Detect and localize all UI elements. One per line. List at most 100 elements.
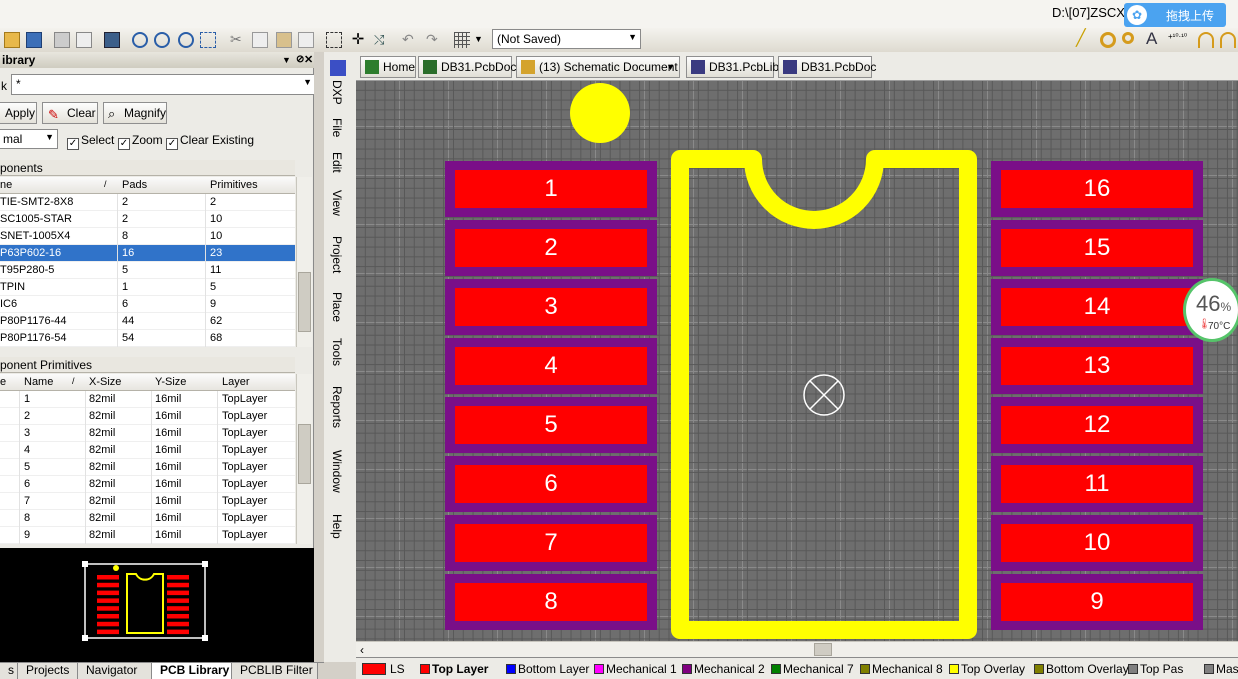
doc-tab-4[interactable]: DB31.PcbDoc — [778, 56, 876, 78]
table-row[interactable]: P63P602-16 16 23 — [0, 245, 295, 262]
table-row[interactable]: 5 82mil 16mil TopLayer — [0, 459, 295, 476]
move-icon[interactable]: ✛ — [350, 32, 366, 48]
coordinate-icon[interactable]: +¹⁰·¹⁰ — [1168, 32, 1187, 48]
scrollbar-thumb[interactable] — [298, 424, 311, 484]
table-row[interactable]: 1 82mil 16mil TopLayer — [0, 391, 295, 408]
chevron-down-icon[interactable]: ▼ — [666, 57, 675, 77]
menu-project[interactable]: Project — [330, 236, 344, 273]
pcb-canvas[interactable]: 9 10 11 12 13 14 15 16 8 7 6 5 4 3 2 1 — [356, 81, 1238, 641]
scroll-left-icon[interactable]: ‹ — [360, 643, 364, 657]
close-icon[interactable]: ✕ — [304, 52, 313, 68]
col-name[interactable]: ne — [0, 179, 12, 191]
table-row[interactable]: SNET-1005X4 8 10 — [0, 228, 295, 245]
doc-tab-2[interactable]: (13) Schematic Document ▼ — [516, 56, 680, 78]
canvas-h-scrollbar[interactable]: ‹ — [356, 641, 1238, 657]
tab-pcblib-filter[interactable]: PCBLIB Filter — [232, 663, 318, 679]
magnify-button[interactable]: ⌕ Magnify — [103, 102, 167, 124]
print-icon[interactable] — [54, 32, 70, 48]
undo-icon[interactable]: ↶ — [402, 32, 418, 48]
menu-tools[interactable]: Tools — [330, 338, 344, 366]
col-pads[interactable]: Pads — [122, 179, 147, 191]
table-row[interactable]: TIE-SMT2-8X8 2 2 — [0, 194, 295, 211]
layer-tab-bottom-overlay[interactable]: Bottom Overlay — [1032, 661, 1129, 679]
col-type[interactable]: e — [0, 376, 6, 388]
print-preview-icon[interactable] — [76, 32, 92, 48]
col-x-size[interactable]: X-Size — [89, 376, 121, 388]
table-row[interactable]: 9 82mil 16mil TopLayer — [0, 527, 295, 544]
cut-icon[interactable]: ✂ — [230, 32, 246, 48]
menu-help[interactable]: Help — [330, 514, 344, 539]
layers-icon[interactable] — [104, 32, 120, 48]
layer-tab-mechanical-8[interactable]: Mechanical 8 — [858, 661, 943, 679]
doc-tab-3[interactable]: DB31.PcbLib — [686, 56, 779, 78]
layer-tab-top-layer[interactable]: Top Layer — [418, 661, 498, 679]
table-row[interactable]: 7 82mil 16mil TopLayer — [0, 493, 295, 510]
tab-s[interactable]: s — [0, 663, 18, 679]
zoom-area-icon[interactable] — [200, 32, 216, 48]
menu-file[interactable]: File — [330, 118, 344, 137]
table-row[interactable]: P80P1176-44 44 62 — [0, 313, 295, 330]
menu-view[interactable]: View — [330, 190, 344, 216]
layer-tab-top-overlay[interactable]: Top Overlay — [947, 661, 1031, 679]
doc-tab-1[interactable]: DB31.PcbDoc — [418, 56, 516, 78]
tab-pcb-library[interactable]: PCB Library — [152, 663, 232, 679]
col-layer[interactable]: Layer — [222, 376, 250, 388]
scrollbar-thumb[interactable] — [298, 272, 311, 332]
menu-edit[interactable]: Edit — [330, 152, 344, 173]
table-row[interactable]: 6 82mil 16mil TopLayer — [0, 476, 295, 493]
layer-tab-top-pas[interactable]: Top Pas — [1126, 661, 1206, 679]
primitives-scrollbar[interactable] — [296, 374, 312, 544]
upload-badge[interactable]: ✿ 拖拽上传 — [1124, 3, 1226, 27]
splitter[interactable] — [314, 52, 324, 662]
table-row[interactable]: 4 82mil 16mil TopLayer — [0, 442, 295, 459]
table-row[interactable]: T95P280-5 5 11 — [0, 262, 295, 279]
components-scrollbar[interactable] — [296, 177, 312, 347]
clear-button[interactable]: ✎ Clear — [42, 102, 98, 124]
cpu-widget[interactable]: 46% 🌡 70°C — [1183, 278, 1238, 342]
table-row[interactable]: 2 82mil 16mil TopLayer — [0, 408, 295, 425]
via-icon[interactable] — [1122, 32, 1134, 44]
layer-tab-bottom-layer[interactable]: Bottom Layer — [504, 661, 590, 679]
deselect-icon[interactable]: ⤭ — [374, 32, 390, 48]
line-icon[interactable]: ╱ — [1076, 31, 1092, 48]
layer-tab-mask[interactable]: Mask — [1202, 661, 1238, 679]
open-icon[interactable] — [4, 32, 20, 48]
scrollbar-thumb[interactable] — [814, 643, 832, 656]
filter-combo[interactable]: * ▼ — [11, 74, 316, 95]
pad-place-icon[interactable] — [1100, 32, 1116, 48]
tab-projects[interactable]: Projects — [18, 663, 78, 679]
table-row[interactable]: SC1005-STAR 2 10 — [0, 211, 295, 228]
grid-icon[interactable] — [454, 32, 470, 48]
footprint-preview[interactable] — [0, 548, 314, 662]
paste-icon[interactable] — [276, 32, 292, 48]
doc-tab-0[interactable]: Home — [360, 56, 416, 78]
text-icon[interactable]: A — [1146, 30, 1162, 48]
zoom-checkbox[interactable]: ✓ Zoom — [118, 133, 163, 150]
redo-icon[interactable]: ↷ — [426, 32, 442, 48]
arc-any-icon[interactable] — [1220, 32, 1236, 48]
select-rect-icon[interactable] — [326, 32, 342, 48]
menu-dxp[interactable]: DXP — [330, 80, 344, 105]
dxp-icon[interactable] — [330, 60, 346, 76]
table-row[interactable]: IC6 6 9 — [0, 296, 295, 313]
layer-tab-mechanical-7[interactable]: Mechanical 7 — [769, 661, 854, 679]
col-y-size[interactable]: Y-Size — [155, 376, 186, 388]
menu-reports[interactable]: Reports — [330, 386, 344, 428]
table-row[interactable]: TPIN 1 5 — [0, 279, 295, 296]
copy-icon[interactable] — [252, 32, 268, 48]
table-row[interactable]: P80P1176-54 54 68 — [0, 330, 295, 347]
panel-menu-icon[interactable]: ▼ — [282, 52, 291, 68]
zoom-out-icon[interactable] — [154, 32, 170, 48]
save-state-combo[interactable]: (Not Saved) ▼ — [492, 29, 641, 49]
select-checkbox[interactable]: ✓ Select — [67, 133, 114, 150]
layer-tab-mechanical-1[interactable]: Mechanical 1 — [592, 661, 677, 679]
paste-array-icon[interactable] — [298, 32, 314, 48]
save-icon[interactable] — [26, 32, 42, 48]
zoom-in-icon[interactable] — [132, 32, 148, 48]
tab-navigator[interactable]: Navigator — [78, 663, 152, 679]
table-row[interactable]: 3 82mil 16mil TopLayer — [0, 425, 295, 442]
grid-dropdown-arrow[interactable]: ▼ — [474, 34, 483, 44]
menu-place[interactable]: Place — [330, 292, 344, 322]
layer-tab-ls[interactable]: LS — [360, 661, 406, 679]
table-row[interactable]: 8 82mil 16mil TopLayer — [0, 510, 295, 527]
